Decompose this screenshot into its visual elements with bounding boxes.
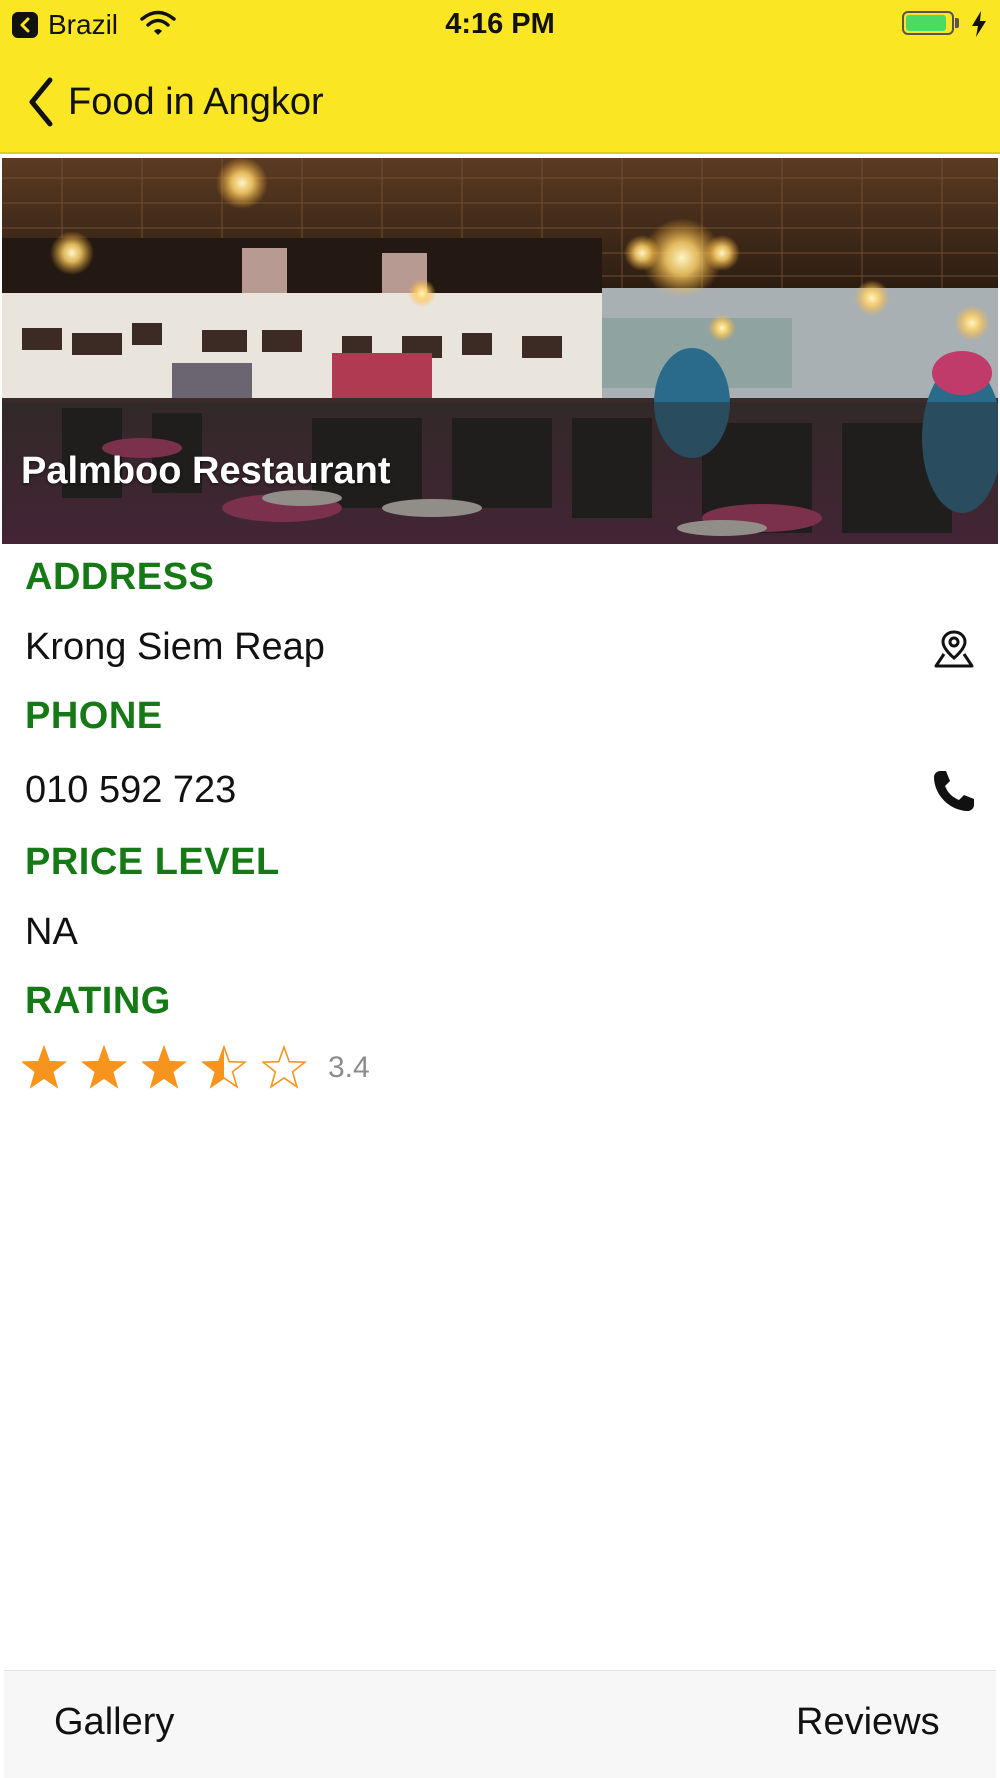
star-fill xyxy=(23,1047,65,1087)
star-icon xyxy=(142,1044,188,1089)
back-button[interactable]: Food in Angkor xyxy=(26,72,324,132)
map-pin-icon[interactable] xyxy=(932,628,976,675)
star-icon xyxy=(22,1044,68,1089)
restaurant-name: Palmboo Restaurant xyxy=(21,450,391,492)
price-level-label: PRICE LEVEL xyxy=(25,841,280,883)
screen: Brazil 4:16 PM Food in Angkor Palmboo Re… xyxy=(0,0,1000,1778)
battery-icon xyxy=(902,11,954,35)
navigation-bar: Food in Angkor xyxy=(0,60,1000,148)
restaurant-photo[interactable]: Palmboo Restaurant xyxy=(2,158,998,544)
battery-level-fill xyxy=(906,15,946,31)
phone-icon[interactable] xyxy=(930,767,978,820)
rating-stars: 3.4 xyxy=(22,1042,370,1094)
phone-value[interactable]: 010 592 723 xyxy=(25,769,236,812)
star-icon xyxy=(262,1044,308,1089)
star-fill xyxy=(143,1047,185,1087)
price-level-value: NA xyxy=(25,911,78,953)
star-outline xyxy=(262,1044,308,1089)
battery-cap xyxy=(955,18,959,28)
status-bar: Brazil 4:16 PM xyxy=(0,0,1000,50)
rating-label: RATING xyxy=(25,980,171,1022)
address-label: ADDRESS xyxy=(25,556,215,598)
address-value: Krong Siem Reap xyxy=(25,626,325,668)
phone-label: PHONE xyxy=(25,695,163,737)
gallery-button[interactable]: Gallery xyxy=(54,1701,174,1744)
bottom-toolbar: Gallery Reviews xyxy=(4,1670,996,1778)
status-time: 4:16 PM xyxy=(445,8,555,40)
star-fill xyxy=(83,1047,125,1087)
charging-bolt-icon xyxy=(970,10,988,43)
rating-value: 3.4 xyxy=(328,1051,370,1084)
reviews-button[interactable]: Reviews xyxy=(796,1701,940,1744)
star-icon xyxy=(82,1044,128,1089)
back-button-label: Food in Angkor xyxy=(68,80,324,123)
chevron-left-icon xyxy=(29,77,53,127)
star-icon xyxy=(202,1044,248,1089)
top-bar: Brazil 4:16 PM Food in Angkor xyxy=(0,0,1000,154)
